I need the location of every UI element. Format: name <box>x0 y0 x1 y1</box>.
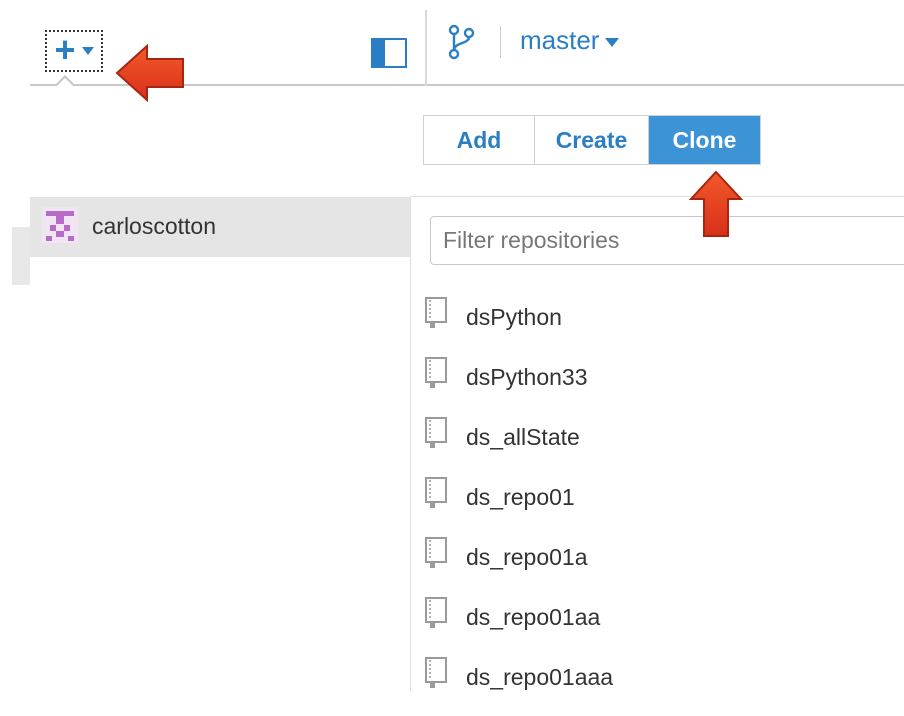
repository-item[interactable]: ds_allState <box>424 416 613 476</box>
filter-repositories-input[interactable] <box>430 216 904 265</box>
tab-clone[interactable]: Clone <box>649 116 760 164</box>
repository-name: ds_repo01aa <box>466 604 601 630</box>
repo-icon <box>425 297 447 328</box>
branch-label: master <box>520 25 600 55</box>
tab-create[interactable]: Create <box>535 116 649 164</box>
repository-item[interactable]: ds_repo01a <box>424 536 613 596</box>
panel-toggle-icon[interactable] <box>371 38 407 68</box>
repo-icon <box>425 417 447 448</box>
repository-name: ds_allState <box>466 424 580 450</box>
repository-name: ds_repo01aaa <box>466 664 614 690</box>
repository-name: dsPython33 <box>466 364 588 390</box>
add-menu-button[interactable]: + <box>45 30 103 72</box>
repository-item[interactable]: ds_repo01aaa <box>424 656 613 716</box>
repo-icon <box>425 657 447 688</box>
annotation-arrow-left-icon <box>115 43 184 103</box>
repository-item[interactable]: ds_repo01aa <box>424 596 613 656</box>
account-name: carloscotton <box>92 213 217 239</box>
repository-name: ds_repo01 <box>466 484 575 510</box>
repo-icon <box>425 597 447 628</box>
repository-list: dsPython dsPython33 ds_allState ds_repo0… <box>424 296 613 716</box>
plus-icon: + <box>54 28 76 70</box>
repo-icon <box>425 477 447 508</box>
repository-item[interactable]: ds_repo01 <box>424 476 613 536</box>
toolbar-separator <box>425 10 427 86</box>
repository-item[interactable]: dsPython33 <box>424 356 613 416</box>
git-branch-icon <box>448 24 475 60</box>
repository-item[interactable]: dsPython <box>424 296 613 356</box>
avatar <box>42 207 78 243</box>
left-edge <box>12 227 30 285</box>
account-item[interactable]: carloscotton <box>30 197 410 257</box>
caret-down-icon <box>605 38 620 47</box>
tab-add[interactable]: Add <box>424 116 535 164</box>
repository-name: ds_repo01a <box>466 544 588 570</box>
repo-icon <box>425 537 447 568</box>
repository-name: dsPython <box>466 304 562 330</box>
repo-icon <box>425 357 447 388</box>
branch-selector[interactable]: master <box>520 25 620 56</box>
repository-tabs: Add Create Clone <box>423 115 761 165</box>
chevron-down-icon <box>81 47 94 55</box>
annotation-arrow-up-icon <box>688 170 744 237</box>
